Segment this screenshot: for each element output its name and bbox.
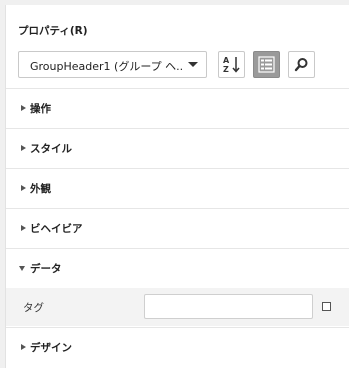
property-row-tag: タグ — [6, 288, 349, 326]
expand-arrow-icon — [21, 105, 26, 111]
categorized-view-icon — [258, 56, 275, 73]
section-behavior[interactable]: ビヘイビア — [6, 208, 349, 248]
sort-alphabetical-icon: A Z — [223, 56, 240, 74]
collapse-arrow-icon — [19, 266, 25, 271]
section-data[interactable]: データ — [6, 248, 349, 288]
sort-alphabetical-button[interactable]: A Z — [218, 51, 245, 78]
chevron-down-icon — [188, 62, 198, 67]
svg-text:A: A — [223, 56, 230, 65]
expand-arrow-icon — [21, 225, 26, 231]
property-checkbox[interactable] — [322, 302, 331, 311]
expand-arrow-icon — [21, 185, 26, 191]
section-appearance[interactable]: 外観 — [6, 168, 349, 208]
section-label: 操作 — [30, 103, 51, 115]
tag-input[interactable] — [144, 294, 313, 319]
section-label: ビヘイビア — [30, 223, 83, 235]
expand-arrow-icon — [21, 344, 26, 350]
object-selector-value: GroupHeader1 (グループ ヘ... — [30, 60, 182, 73]
section-label: デザイン — [30, 342, 72, 354]
section-label: データ — [30, 263, 62, 275]
svg-text:Z: Z — [223, 65, 229, 74]
expand-arrow-icon — [21, 145, 26, 151]
section-label: スタイル — [30, 143, 72, 155]
property-label: タグ — [23, 302, 44, 314]
section-design[interactable]: デザイン — [6, 327, 349, 367]
search-icon — [294, 58, 308, 72]
search-button[interactable] — [288, 51, 315, 78]
section-label: 外観 — [30, 183, 51, 195]
categorized-view-button[interactable] — [253, 51, 280, 78]
properties-panel: プロパティ(R) GroupHeader1 (グループ ヘ... A Z 操作 … — [5, 5, 349, 368]
panel-title: プロパティ(R) — [18, 25, 88, 37]
section-style[interactable]: スタイル — [6, 128, 349, 168]
object-selector[interactable]: GroupHeader1 (グループ ヘ... — [18, 51, 207, 78]
section-operation[interactable]: 操作 — [6, 88, 349, 128]
